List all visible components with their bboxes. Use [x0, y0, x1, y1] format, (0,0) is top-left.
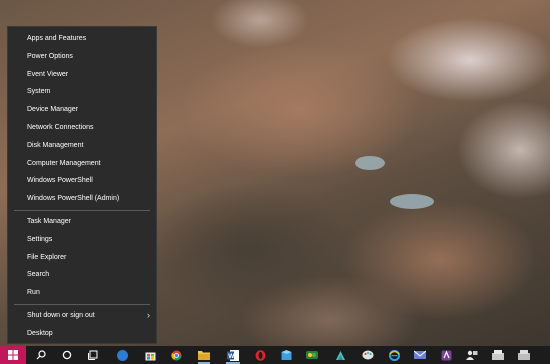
menu-item-label: System: [27, 88, 51, 96]
search-icon[interactable]: [32, 346, 50, 364]
chevron-right-icon: ›: [147, 309, 150, 320]
menu-item-label: Network Connections: [27, 123, 94, 131]
edge-icon[interactable]: [112, 346, 132, 364]
menu-item-run[interactable]: Run: [8, 284, 156, 302]
menu-item-label: Disk Management: [27, 141, 84, 149]
people-glyph-icon: [466, 350, 478, 360]
menu-item-label: Windows PowerShell: [27, 177, 93, 185]
app-mail-icon[interactable]: [410, 346, 430, 364]
menu-item-network-connections[interactable]: Network Connections: [8, 119, 156, 137]
magnifier-icon: [36, 350, 46, 360]
edge-logo-icon: [116, 349, 128, 361]
store-bag-icon: [145, 352, 155, 360]
menu-item-windows-powershell-admin[interactable]: Windows PowerShell (Admin): [8, 190, 156, 208]
app-purple-glyph-icon: [441, 349, 451, 360]
menu-item-label: Device Manager: [27, 106, 78, 114]
app-green-icon[interactable]: [302, 346, 322, 364]
menu-item-windows-powershell[interactable]: Windows PowerShell: [8, 172, 156, 190]
app-box-icon: [281, 349, 291, 360]
ie-logo-icon: [388, 349, 400, 361]
cortana-icon[interactable]: [58, 346, 76, 364]
menu-separator: [14, 209, 150, 211]
chrome-icon[interactable]: [166, 346, 186, 364]
chrome-logo-icon: [170, 350, 181, 360]
app-green-glyph-icon: [306, 351, 318, 359]
menu-item-label: Desktop: [27, 329, 53, 337]
app-gray2-icon[interactable]: [514, 346, 534, 364]
app-teal-icon[interactable]: [330, 346, 350, 364]
menu-item-label: Apps and Features: [27, 35, 87, 42]
menu-item-device-manager[interactable]: Device Manager: [8, 101, 156, 119]
windows-logo-icon: [8, 350, 18, 360]
app-teal-glyph-icon: [335, 350, 345, 360]
opera-logo-icon: [255, 349, 265, 361]
menu-item-label: File Explorer: [27, 253, 67, 261]
wallpaper-lake: [355, 156, 385, 170]
start-button[interactable]: [0, 346, 26, 364]
app-blue-icon[interactable]: [276, 346, 296, 364]
folder-icon: [198, 351, 210, 360]
app-purple-icon[interactable]: [436, 346, 456, 364]
ie-icon[interactable]: [384, 346, 404, 364]
menu-item-system[interactable]: System: [8, 83, 156, 101]
menu-item-search[interactable]: Search: [8, 266, 156, 284]
menu-item-label: Event Viewer: [27, 70, 69, 78]
file-explorer-icon[interactable]: [194, 346, 214, 364]
menu-item-label: Settings: [27, 235, 53, 243]
app-paint-icon[interactable]: [358, 346, 378, 364]
menu-item-event-viewer[interactable]: Event Viewer: [8, 66, 156, 84]
people-icon[interactable]: [462, 346, 482, 364]
svg-text:W: W: [228, 353, 235, 360]
app-gray-icon[interactable]: [488, 346, 508, 364]
menu-item-file-explorer[interactable]: File Explorer: [8, 249, 156, 267]
menu-item-label: Shut down or sign out: [27, 311, 95, 319]
app-gray2-glyph-icon: [518, 350, 530, 360]
word-logo-icon: W: [227, 349, 239, 361]
taskbar: W: [0, 346, 550, 364]
menu-item-label: Search: [27, 271, 50, 279]
menu-item-task-manager[interactable]: Task Manager: [8, 213, 156, 231]
menu-item-label: Computer Management: [27, 159, 101, 167]
menu-separator: [14, 303, 150, 305]
menu-item-label: Task Manager: [27, 217, 71, 225]
mail-envelope-icon: [414, 350, 426, 359]
opera-icon[interactable]: [250, 346, 270, 364]
wallpaper-lake: [390, 194, 434, 209]
task-view-icon[interactable]: [84, 346, 102, 364]
paint-palette-icon: [362, 350, 374, 360]
menu-item-shut-down-or-sign-out[interactable]: Shut down or sign out ›: [8, 307, 156, 325]
winx-context-menu: Apps and Features Power Options Event Vi…: [7, 26, 157, 344]
menu-item-label: Power Options: [27, 52, 73, 60]
menu-item-label: Run: [27, 289, 40, 297]
menu-item-label: Windows PowerShell (Admin): [27, 195, 120, 203]
task-view-glyph-icon: [87, 350, 97, 360]
store-icon[interactable]: [140, 346, 160, 364]
menu-item-settings[interactable]: Settings: [8, 231, 156, 249]
cortana-circle-icon: [62, 350, 72, 360]
menu-item-disk-management[interactable]: Disk Management: [8, 137, 156, 155]
app-gray-glyph-icon: [492, 350, 504, 360]
menu-item-apps-and-features[interactable]: Apps and Features: [8, 30, 156, 48]
menu-item-desktop[interactable]: Desktop: [8, 325, 156, 343]
word-icon[interactable]: W: [222, 346, 244, 364]
menu-item-computer-management[interactable]: Computer Management: [8, 155, 156, 173]
menu-item-power-options[interactable]: Power Options: [8, 48, 156, 66]
